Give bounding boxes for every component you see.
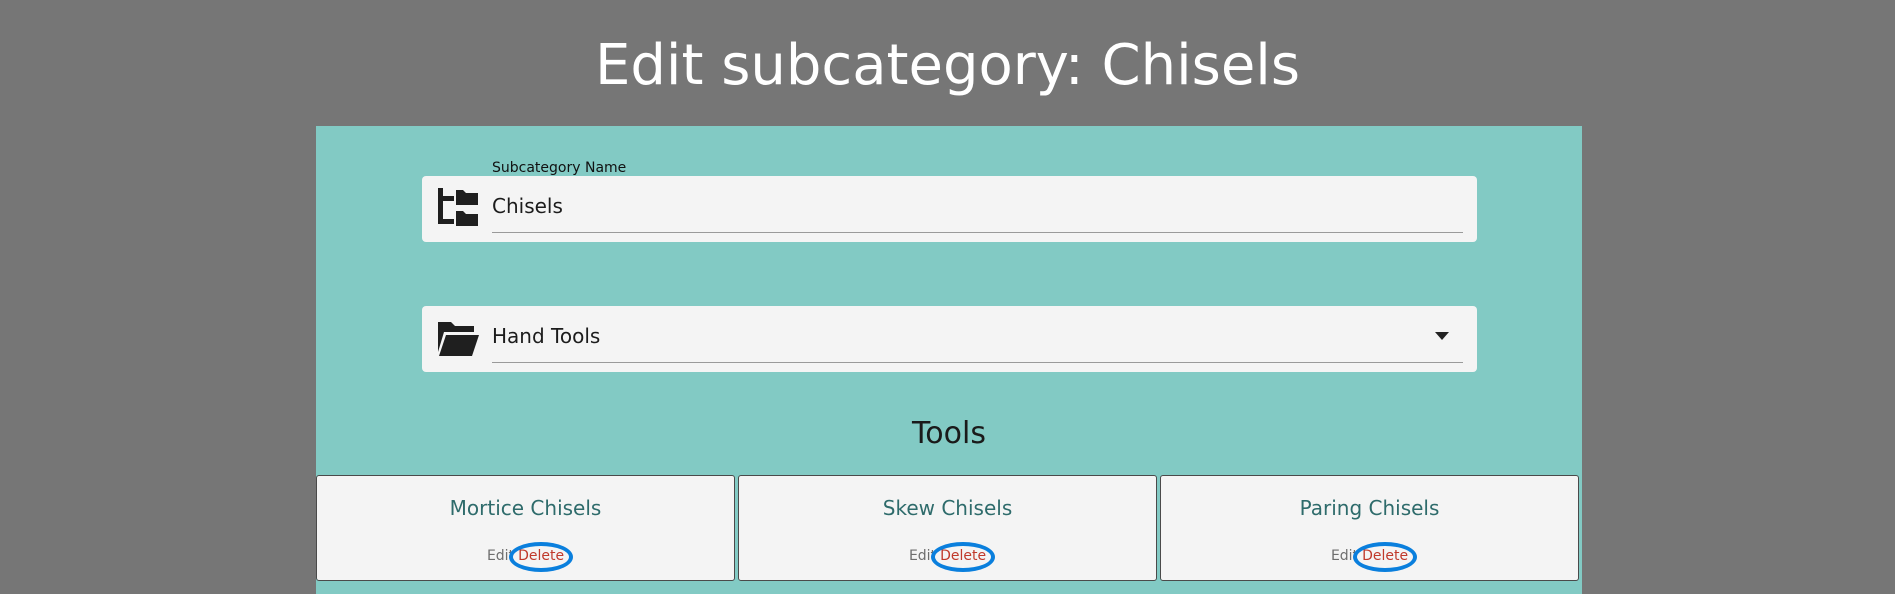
delete-link[interactable]: Delete xyxy=(1362,548,1408,564)
tools-heading: Tools xyxy=(912,416,986,451)
chevron-down-icon[interactable] xyxy=(1435,332,1449,340)
category-select[interactable]: Hand Tools xyxy=(422,306,1477,372)
subcategory-name-label: Subcategory Name xyxy=(492,160,627,176)
tool-actions: Edit Delete xyxy=(317,548,734,564)
tool-card: Skew Chisels Edit Delete xyxy=(738,475,1157,581)
tool-actions: Edit Delete xyxy=(1161,548,1578,564)
tool-actions: Edit Delete xyxy=(739,548,1156,564)
delete-link[interactable]: Delete xyxy=(940,548,986,564)
tool-name[interactable]: Paring Chisels xyxy=(1161,496,1578,520)
subcategory-name-input[interactable]: Chisels xyxy=(492,194,563,218)
tool-card: Paring Chisels Edit Delete xyxy=(1160,475,1579,581)
delete-link[interactable]: Delete xyxy=(518,548,564,564)
category-select-value[interactable]: Hand Tools xyxy=(492,324,600,348)
subcategory-name-field[interactable]: Chisels xyxy=(422,176,1477,242)
tool-card: Mortice Chisels Edit Delete xyxy=(316,475,735,581)
subcategory-tree-icon xyxy=(438,188,478,226)
tool-name[interactable]: Skew Chisels xyxy=(739,496,1156,520)
select-underline xyxy=(492,362,1463,363)
input-underline xyxy=(492,232,1463,233)
tool-name[interactable]: Mortice Chisels xyxy=(317,496,734,520)
page-title: Edit subcategory: Chisels xyxy=(594,33,1301,98)
folder-open-icon xyxy=(438,322,479,356)
edit-panel: Subcategory Name Chisels Hand Tools Tool… xyxy=(316,126,1582,594)
